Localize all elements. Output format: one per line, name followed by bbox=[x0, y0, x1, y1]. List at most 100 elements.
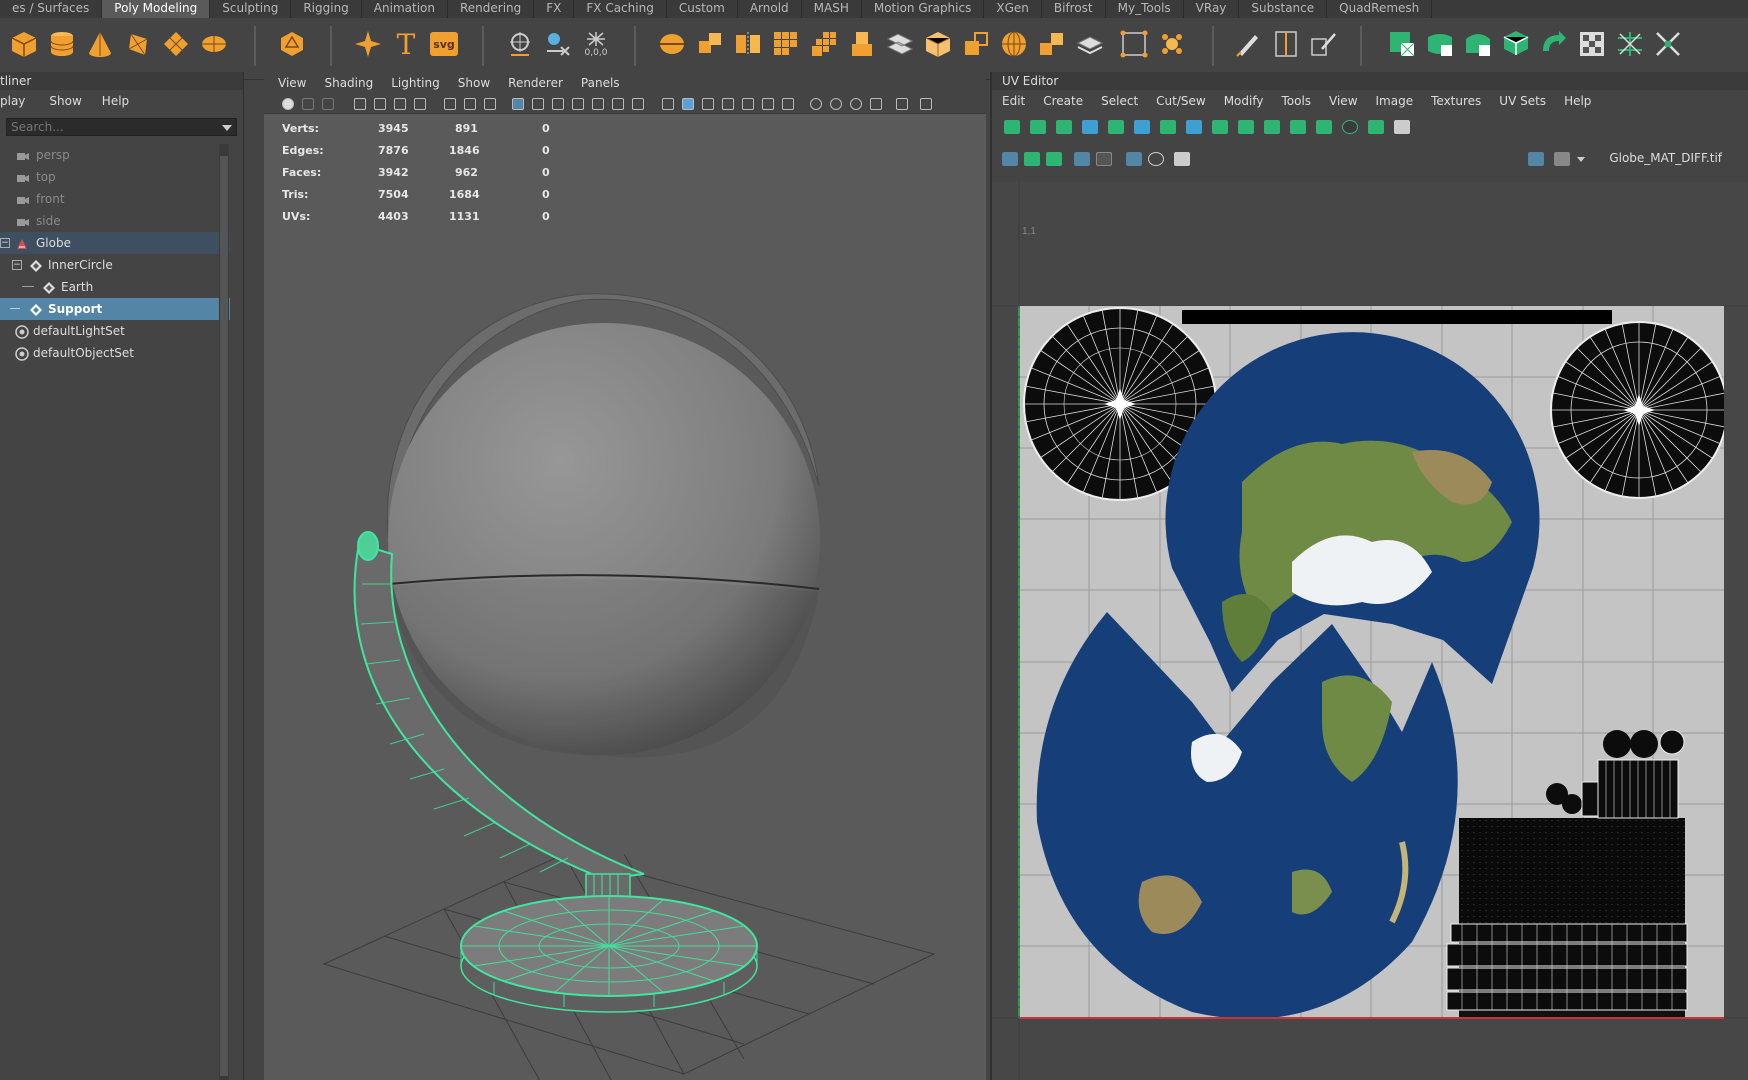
collapse-toggle-icon[interactable]: − bbox=[0, 238, 10, 248]
viewport-menu-view[interactable]: View bbox=[278, 72, 306, 94]
uv-rotate-icon[interactable] bbox=[1056, 120, 1072, 134]
uv-menu-edit[interactable]: Edit bbox=[1002, 90, 1025, 112]
combine-icon[interactable] bbox=[654, 26, 690, 62]
outliner-item-persp[interactable]: persp bbox=[0, 144, 230, 166]
uv-snapshot-icon[interactable] bbox=[1394, 120, 1410, 134]
collapse-toggle-icon[interactable]: − bbox=[12, 260, 22, 270]
outliner-item-top[interactable]: top bbox=[0, 166, 230, 188]
scrollbar-thumb[interactable] bbox=[220, 156, 228, 1076]
wedge-icon[interactable] bbox=[1034, 26, 1070, 62]
extrude-icon[interactable] bbox=[844, 26, 880, 62]
uv-flip-icon[interactable] bbox=[1030, 120, 1046, 134]
outliner-item-side[interactable]: side bbox=[0, 210, 230, 232]
grid-toggle-icon[interactable] bbox=[512, 98, 524, 110]
uv-menu-tools[interactable]: Tools bbox=[1281, 90, 1311, 112]
uv-grid-icon[interactable] bbox=[1316, 120, 1332, 134]
uv-camera-snapshot-icon[interactable] bbox=[1174, 152, 1190, 166]
snap-icon[interactable] bbox=[444, 98, 456, 110]
safe-action-icon[interactable] bbox=[612, 98, 624, 110]
textured-icon[interactable] bbox=[742, 98, 754, 110]
uv-cylindrical-icon[interactable] bbox=[1422, 26, 1458, 62]
uv-orient-icon[interactable] bbox=[1212, 120, 1228, 134]
poly-cylinder-icon[interactable] bbox=[44, 26, 80, 62]
uv-cut-icon[interactable] bbox=[1650, 26, 1686, 62]
uv-align-icon[interactable] bbox=[1004, 120, 1020, 134]
viewport-menu-renderer[interactable]: Renderer bbox=[508, 72, 563, 94]
shelf-tab[interactable]: Sculpting bbox=[210, 0, 292, 18]
uv-straighten-icon[interactable] bbox=[1108, 120, 1124, 134]
xray-icon[interactable] bbox=[920, 98, 932, 110]
smooth-shade-icon[interactable] bbox=[682, 98, 694, 110]
camera-attributes-icon[interactable] bbox=[302, 98, 314, 110]
search-dropdown-arrow-icon[interactable] bbox=[222, 125, 232, 131]
outliner-search-input[interactable] bbox=[7, 119, 236, 135]
viewport-menu-panels[interactable]: Panels bbox=[581, 72, 620, 94]
uv-layout-icon[interactable] bbox=[1082, 120, 1098, 134]
bookmark-flag-icon[interactable] bbox=[414, 98, 426, 110]
shelf-tab[interactable]: Arnold bbox=[738, 0, 802, 18]
shelf-tab[interactable]: XGen bbox=[984, 0, 1042, 18]
shelf-tab[interactable]: Motion Graphics bbox=[862, 0, 985, 18]
uv-checker-display-icon[interactable] bbox=[1554, 152, 1570, 166]
outliner-item-earth[interactable]: Earth bbox=[0, 276, 230, 298]
ambient-occlusion-icon[interactable] bbox=[810, 98, 822, 110]
merge-icon[interactable] bbox=[1154, 26, 1190, 62]
shelf-tab[interactable]: Rigging bbox=[291, 0, 362, 18]
uv-normalize-icon[interactable] bbox=[1238, 120, 1254, 134]
uv-grid-display-icon[interactable] bbox=[1126, 152, 1142, 166]
motion-blur-icon[interactable] bbox=[830, 98, 842, 110]
uv-snap-icon[interactable] bbox=[1186, 120, 1202, 134]
outliner-item-globe[interactable]: − Globe bbox=[0, 232, 230, 254]
chamfer-vertex-icon[interactable] bbox=[1116, 26, 1152, 62]
outliner-item-innercircle[interactable]: − InnerCircle bbox=[0, 254, 230, 276]
bevel-icon[interactable] bbox=[920, 26, 956, 62]
insert-edge-loop-icon[interactable] bbox=[1268, 26, 1304, 62]
uv-map-borders-icon[interactable] bbox=[1096, 152, 1112, 166]
poly-cone-icon[interactable] bbox=[82, 26, 118, 62]
paint-icon[interactable] bbox=[484, 98, 496, 110]
outliner-item-front[interactable]: front bbox=[0, 188, 230, 210]
uv-automatic-icon[interactable] bbox=[1498, 26, 1534, 62]
uv-canvas[interactable]: 1,1 bbox=[992, 182, 1748, 1080]
uv-pixel-snap-icon[interactable] bbox=[1148, 152, 1164, 166]
gate-mask-icon[interactable] bbox=[572, 98, 584, 110]
shelf-tab[interactable]: FX Caching bbox=[574, 0, 667, 18]
outliner-menu-show[interactable]: Show bbox=[49, 90, 81, 112]
uv-texture-name[interactable]: Globe_MAT_DIFF.tif bbox=[1609, 151, 1722, 165]
align-icon[interactable] bbox=[464, 98, 476, 110]
uv-unitize-icon[interactable] bbox=[1264, 120, 1280, 134]
reduce-icon[interactable] bbox=[806, 26, 842, 62]
use-all-lights-icon[interactable] bbox=[762, 98, 774, 110]
wireframe-on-shaded-icon[interactable] bbox=[722, 98, 734, 110]
uv-menu-select[interactable]: Select bbox=[1101, 90, 1138, 112]
shadows-icon[interactable] bbox=[782, 98, 794, 110]
uv-distortion-icon[interactable] bbox=[1046, 152, 1062, 166]
field-chart-icon[interactable] bbox=[592, 98, 604, 110]
uv-menu-textures[interactable]: Textures bbox=[1431, 90, 1481, 112]
film-gate-icon[interactable] bbox=[532, 98, 544, 110]
uv-shell-icon[interactable] bbox=[1290, 120, 1306, 134]
uv-shaded-icon[interactable] bbox=[1024, 152, 1040, 166]
super-shape-icon[interactable] bbox=[350, 26, 386, 62]
shelf-tab[interactable]: Poly Modeling bbox=[102, 0, 211, 18]
uv-symmetry-icon[interactable] bbox=[1368, 120, 1384, 134]
platonic-solid-icon[interactable] bbox=[274, 26, 310, 62]
texture-dropdown-arrow-icon[interactable] bbox=[1577, 157, 1585, 162]
viewport-menu-show[interactable]: Show bbox=[458, 72, 490, 94]
outliner-menu-display[interactable]: play bbox=[0, 90, 25, 112]
outliner-item-defaultobjectset[interactable]: defaultObjectSet bbox=[0, 342, 230, 364]
outliner-item-defaultlightset[interactable]: defaultLightSet bbox=[0, 320, 230, 342]
uv-menu-create[interactable]: Create bbox=[1043, 90, 1083, 112]
shelf-tab[interactable]: QuadRemesh bbox=[1327, 0, 1433, 18]
smooth-icon[interactable] bbox=[768, 26, 804, 62]
uv-display-image-icon[interactable] bbox=[1002, 152, 1018, 166]
poly-torus-icon[interactable] bbox=[120, 26, 156, 62]
uv-menu-modify[interactable]: Modify bbox=[1224, 90, 1264, 112]
shelf-tab[interactable]: Custom bbox=[667, 0, 738, 18]
shelf-tab[interactable]: FX bbox=[534, 0, 575, 18]
separate-icon[interactable] bbox=[692, 26, 728, 62]
shelf-tab[interactable]: My_Tools bbox=[1106, 0, 1184, 18]
uv-sew-icon[interactable] bbox=[1612, 26, 1648, 62]
sculpt-brush-icon[interactable] bbox=[1230, 26, 1266, 62]
shelf-tab[interactable]: Substance bbox=[1239, 0, 1328, 18]
